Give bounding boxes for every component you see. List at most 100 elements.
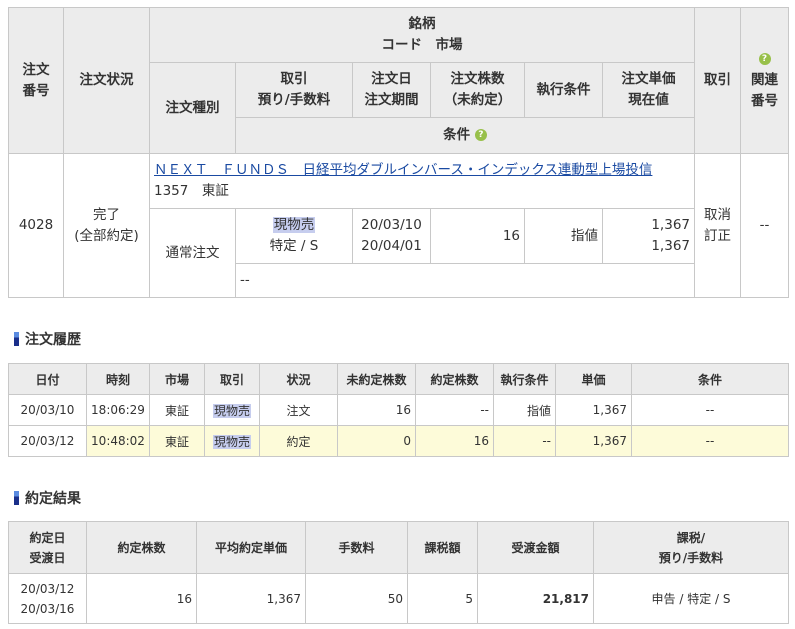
header-order-no-line2: 番号 [22, 82, 50, 99]
exec-col-tax: 課税額 [407, 521, 478, 574]
header-issue-line1: 銘柄 [408, 16, 436, 32]
section-bar-icon [14, 332, 19, 346]
execution-header-row: 約定日 受渡日 約定株数 平均約定単価 手数料 課税額 受渡金額 課税/ 預り/… [8, 521, 789, 574]
order-shares: 16 [430, 208, 525, 264]
trade-type: 現物売 [272, 217, 316, 233]
current-price: 1,367 [651, 238, 690, 254]
history-trade-text: 現物売 [212, 434, 251, 449]
help-question-icon[interactable]: ? [474, 129, 487, 141]
history-date: 20/03/10 [8, 394, 87, 426]
header-order-status: 注文状況 [63, 7, 150, 154]
history-date: 20/03/12 [8, 425, 87, 457]
exec-col-tax-type-line1: 課税/ [676, 530, 706, 545]
action-cell: 取消 訂正 [694, 153, 741, 298]
history-col-exec-cond: 執行条件 [493, 363, 556, 395]
execution-section-title: 約定結果 [14, 490, 81, 508]
history-status: 約定 [259, 425, 338, 457]
history-col-unexecuted: 未約定株数 [337, 363, 416, 395]
history-section-title: 注文履歴 [14, 331, 81, 349]
history-col-price: 単価 [555, 363, 632, 395]
history-col-market: 市場 [149, 363, 205, 395]
exec-col-date-line2: 受渡日 [29, 550, 66, 565]
price-cell: 1,367 1,367 [602, 208, 695, 264]
settle-date: 20/03/16 [20, 601, 75, 616]
header-trade: 取引 預り/手数料 [235, 62, 353, 118]
exec-col-date-line1: 約定日 [29, 530, 66, 545]
table-row: 20/03/10 18:06:29 東証 現物売 注文 16 -- 指値 1,3… [8, 394, 789, 426]
header-order-no: 注文 番号 [8, 7, 64, 154]
order-status: 完了 (全部約定) [63, 153, 150, 298]
exec-col-avg-price: 平均約定単価 [196, 521, 306, 574]
exec-col-amount: 受渡金額 [477, 521, 594, 574]
history-col-status: 状況 [259, 363, 338, 395]
issue-cell: ＮＥＸＴ ＦＵＮＤＳ 日経平均ダブルインバース・インデックス連動型上場投信 13… [149, 153, 695, 209]
condition-value: -- [235, 263, 695, 298]
header-order-date-line2: 注文期間 [364, 92, 419, 108]
order-number: 4028 [8, 153, 64, 298]
modify-link[interactable]: 訂正 [699, 226, 736, 247]
header-order-date: 注文日 注文期間 [352, 62, 431, 118]
exec-amount: 21,817 [477, 573, 594, 624]
related-number: -- [740, 153, 789, 298]
table-row: 20/03/12 10:48:02 東証 現物売 約定 0 16 -- 1,36… [8, 425, 789, 457]
issue-name-link[interactable]: ＮＥＸＴ ＦＵＮＤＳ 日経平均ダブルインバース・インデックス連動型上場投信 [154, 162, 652, 178]
execution-title-text: 約定結果 [25, 491, 81, 507]
history-price: 1,367 [555, 394, 632, 426]
header-shares-line1: 注文株数 [450, 71, 505, 87]
exec-tax-type: 申告 / 特定 / S [593, 573, 789, 624]
table-row: 20/03/12 20/03/16 16 1,367 50 5 21,817 申… [8, 573, 789, 624]
header-action: 取引 [694, 7, 741, 154]
history-trade: 現物売 [204, 425, 260, 457]
header-price-line1: 注文単価 [621, 71, 676, 87]
exec-col-tax-type-line2: 預り/手数料 [658, 550, 724, 565]
history-exec-cond: -- [493, 425, 556, 457]
exec-condition: 指値 [524, 208, 603, 264]
issue-code-market: 1357 東証 [154, 183, 229, 199]
header-order-date-line1: 注文日 [371, 71, 412, 87]
header-related-line1: 関連 [751, 72, 778, 88]
exec-fee: 50 [305, 573, 408, 624]
header-related: ? 関連 番号 [740, 7, 789, 154]
order-detail-table: 注文 番号 注文状況 銘柄 コード 市場 取引 ? 関連 番号 注文種別 取引 … [8, 7, 789, 298]
exec-col-tax-type: 課税/ 預り/手数料 [593, 521, 789, 574]
header-condition: 条件 ? [235, 117, 695, 154]
header-shares-line2: （未約定） [443, 92, 512, 108]
order-price: 1,367 [651, 217, 690, 233]
exec-date-cell: 20/03/12 20/03/16 [8, 573, 87, 624]
help-question-icon[interactable]: ? [758, 53, 771, 65]
header-trade-line1: 取引 [280, 71, 308, 87]
header-issue-line2: コード 市場 [381, 37, 463, 53]
exec-col-shares: 約定株数 [86, 521, 197, 574]
header-price-line2: 現在値 [628, 92, 669, 108]
header-order-no-line1: 注文 [22, 61, 50, 78]
section-bar-icon [14, 491, 19, 505]
order-date: 20/03/10 [361, 217, 422, 233]
history-unexecuted: 0 [337, 425, 416, 457]
history-col-executed: 約定株数 [415, 363, 494, 395]
history-time: 18:06:29 [86, 394, 150, 426]
history-exec-cond: 指値 [493, 394, 556, 426]
history-market: 東証 [149, 394, 205, 426]
history-col-condition: 条件 [631, 363, 789, 395]
history-market: 東証 [149, 425, 205, 457]
header-condition-label: 条件 [443, 127, 471, 143]
exec-avg-price: 1,367 [196, 573, 306, 624]
history-trade-text: 現物売 [212, 403, 251, 418]
history-price: 1,367 [555, 425, 632, 457]
history-time: 10:48:02 [86, 425, 150, 457]
exec-col-fee: 手数料 [305, 521, 408, 574]
order-date-cell: 20/03/10 20/04/01 [352, 208, 431, 264]
cancel-link[interactable]: 取消 [699, 205, 736, 226]
history-executed: -- [415, 394, 494, 426]
header-price: 注文単価 現在値 [602, 62, 695, 118]
history-condition: -- [631, 425, 789, 457]
history-col-time: 時刻 [86, 363, 150, 395]
exec-tax: 5 [407, 573, 478, 624]
order-period: 20/04/01 [361, 238, 422, 254]
history-executed: 16 [415, 425, 494, 457]
history-trade: 現物売 [204, 394, 260, 426]
exec-col-date: 約定日 受渡日 [8, 521, 87, 574]
history-title-text: 注文履歴 [25, 332, 81, 348]
history-header-row: 日付 時刻 市場 取引 状況 未約定株数 約定株数 執行条件 単価 条件 [8, 363, 789, 395]
history-col-trade: 取引 [204, 363, 260, 395]
